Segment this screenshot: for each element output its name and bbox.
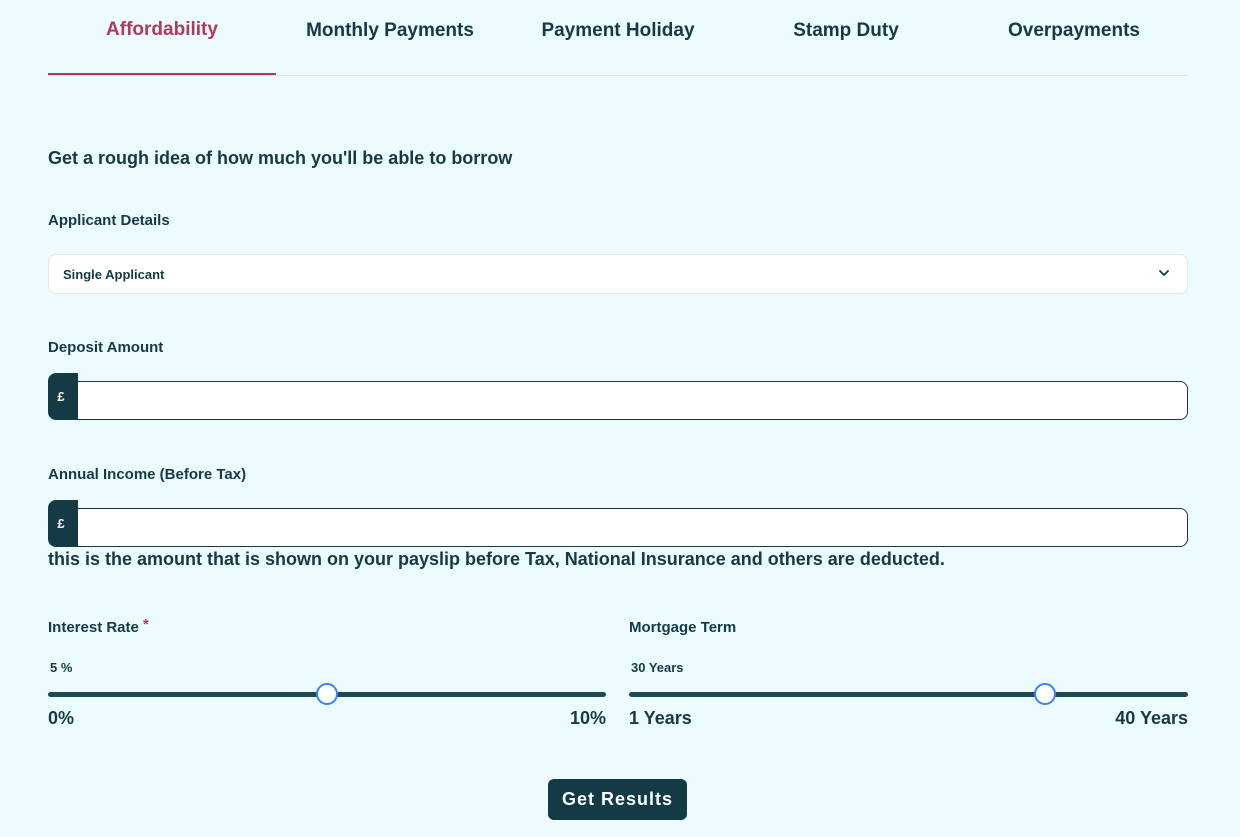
interest-rate-value: 5 % — [50, 660, 73, 675]
interest-rate-slider: 5 % 0% 10% — [48, 656, 606, 736]
required-mark: * — [142, 616, 149, 633]
intro-text: Get a rough idea of how much you'll be a… — [48, 148, 513, 168]
interest-rate-max: 10% — [569, 708, 606, 728]
tab-label: Affordability — [106, 18, 218, 40]
tab-label: Stamp Duty — [793, 19, 899, 41]
get-results-button[interactable]: Get Results — [548, 779, 687, 820]
applicant-select[interactable]: Single Applicant — [48, 254, 1188, 294]
get-results-label: Get Results — [561, 789, 674, 809]
tab-payment-holiday[interactable]: Payment Holiday — [504, 0, 732, 75]
annual-income-hint: this is the amount that is shown on your… — [48, 549, 945, 569]
tab-monthly-payments[interactable]: Monthly Payments — [276, 0, 504, 75]
interest-rate-min: 0% — [48, 708, 75, 728]
mortgage-term-slider-thumb[interactable] — [1033, 683, 1056, 705]
mortgage-term-slider: 30 Years 1 Years 40 Years — [629, 656, 1188, 736]
annual-income-input[interactable] — [77, 508, 1188, 547]
mortgage-term-track[interactable] — [629, 692, 1188, 697]
tab-label: Overpayments — [1007, 19, 1140, 41]
deposit-amount-label: Deposit Amount — [48, 339, 164, 356]
mortgage-term-label: Mortgage Term — [629, 619, 737, 636]
tab-overpayments[interactable]: Overpayments — [960, 0, 1188, 75]
applicant-select-value: Single Applicant — [63, 266, 165, 282]
chevron-down-icon — [1159, 270, 1169, 276]
interest-rate-slider-thumb[interactable] — [316, 683, 338, 705]
deposit-amount-input[interactable] — [77, 381, 1188, 420]
currency-prefix: £ — [48, 373, 78, 420]
tab-label: Monthly Payments — [306, 19, 474, 41]
mortgage-term-min: 1 Years — [629, 708, 692, 728]
interest-rate-label: Interest Rate * — [48, 616, 149, 636]
mortgage-term-max: 40 Years — [1115, 708, 1188, 728]
tab-affordability[interactable]: Affordability — [48, 0, 276, 75]
annual-income-label: Annual Income (Before Tax) — [48, 466, 247, 483]
tab-label: Payment Holiday — [541, 19, 695, 41]
applicant-details-label: Applicant Details — [48, 212, 170, 229]
annual-income-group: £ — [48, 500, 1188, 548]
currency-prefix: £ — [48, 500, 78, 547]
tab-stamp-duty[interactable]: Stamp Duty — [732, 0, 960, 75]
calculator-tabs: Affordability Monthly Payments Payment H… — [48, 0, 1188, 76]
mortgage-term-value: 30 Years — [631, 660, 684, 675]
deposit-amount-group: £ — [48, 373, 1188, 421]
interest-rate-label-text: Interest Rate — [48, 619, 139, 636]
